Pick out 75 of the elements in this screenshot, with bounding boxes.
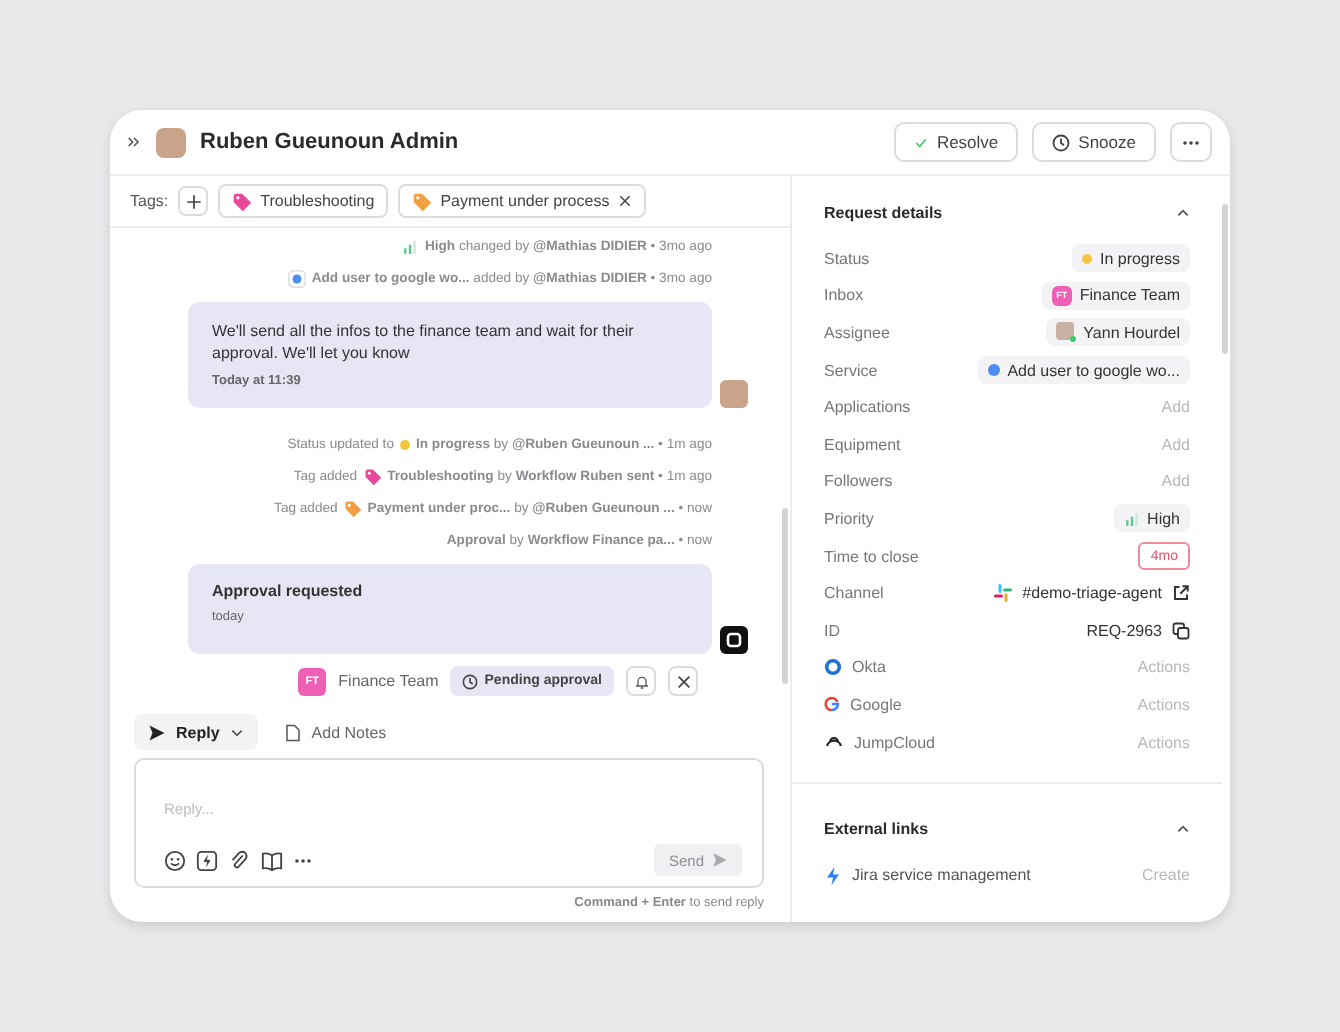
field-label: Followers: [824, 472, 893, 491]
section-title: Request details: [824, 204, 943, 222]
bot-avatar-icon: [720, 626, 748, 654]
close-icon: [617, 194, 632, 208]
tag-icon: [343, 499, 362, 517]
book-icon: [260, 849, 284, 871]
expand-icon: [126, 134, 142, 150]
slack-icon: [994, 584, 1013, 603]
bell-icon: [633, 673, 649, 689]
field-label: Equipment: [824, 435, 901, 454]
signal-bars-icon: [402, 239, 419, 253]
plus-icon: [185, 193, 202, 209]
notes-tab[interactable]: Add Notes: [269, 714, 401, 750]
check-icon: [914, 135, 929, 149]
field-label: Status: [824, 249, 870, 268]
lightning-icon: [824, 865, 842, 886]
signal-bars-icon: [1123, 511, 1140, 526]
service-pill[interactable]: Add user to google wo...: [977, 356, 1190, 385]
field-label: ID: [824, 621, 840, 640]
integration-name: Okta: [852, 658, 886, 677]
link-name: Jira service management: [852, 866, 1031, 885]
avatar: [156, 127, 186, 157]
send-icon: [148, 723, 166, 741]
resolve-button[interactable]: Resolve: [894, 122, 1019, 162]
avatar: [1055, 322, 1076, 343]
reply-tab[interactable]: Reply: [134, 714, 258, 750]
avatar: [720, 380, 748, 408]
note-icon: [283, 723, 302, 741]
add-tag-button[interactable]: [178, 186, 209, 216]
snooze-button[interactable]: Snooze: [1032, 122, 1156, 162]
close-icon: [675, 673, 691, 689]
emoji-icon: [164, 849, 186, 871]
channel-link[interactable]: #demo-triage-agent: [1022, 584, 1162, 603]
field-label: Priority: [824, 509, 874, 528]
section-title: External links: [824, 820, 929, 839]
chevron-up-icon: [1176, 822, 1190, 837]
clock-icon: [1052, 133, 1071, 151]
field-label: Assignee: [824, 323, 890, 342]
more-button[interactable]: [1170, 122, 1212, 162]
chevron-down-icon: [229, 725, 244, 739]
priority-pill[interactable]: High: [1113, 504, 1190, 533]
integration-name: Google: [850, 695, 902, 714]
more-icon: [294, 857, 312, 863]
lightning-icon: [196, 849, 218, 871]
clock-icon: [462, 673, 479, 689]
more-icon: [1182, 139, 1200, 145]
tag-icon: [363, 467, 382, 485]
team-name: Finance Team: [338, 672, 439, 690]
google-icon: [824, 696, 840, 713]
field-label: Inbox: [824, 286, 864, 305]
paperclip-icon: [228, 849, 250, 871]
message-text: We'll send all the infos to the finance team and wait for their approval. We'll let you know: [212, 320, 636, 364]
tags-label: Tags:: [130, 192, 169, 210]
chevron-up-icon: [1176, 206, 1190, 220]
integration-name: JumpCloud: [854, 733, 935, 752]
field-label: Time to close: [824, 547, 919, 566]
message-title: Approval requested: [212, 582, 365, 600]
tag-chip[interactable]: Payment under process: [398, 184, 646, 218]
window-title: Ruben Gueunoun Admin: [200, 130, 461, 154]
service-icon: [287, 269, 306, 287]
field-label: Service: [824, 361, 878, 380]
external-link-icon: [1172, 584, 1190, 603]
tag-icon: [232, 191, 253, 211]
field-label: Applications: [824, 398, 911, 417]
reject-button[interactable]: [668, 666, 698, 696]
send-icon: [712, 852, 728, 868]
assignee-pill[interactable]: Yann Hourdel: [1045, 318, 1190, 347]
status-pill[interactable]: In progress: [1071, 244, 1190, 273]
tag-chip[interactable]: Troubleshooting: [218, 184, 389, 218]
ring-icon: [824, 658, 842, 677]
id-value: REQ-2963: [1086, 621, 1162, 640]
notify-button[interactable]: [626, 666, 656, 696]
tag-icon: [412, 191, 433, 211]
copy-icon: [1172, 621, 1190, 640]
field-label: Channel: [824, 584, 884, 603]
